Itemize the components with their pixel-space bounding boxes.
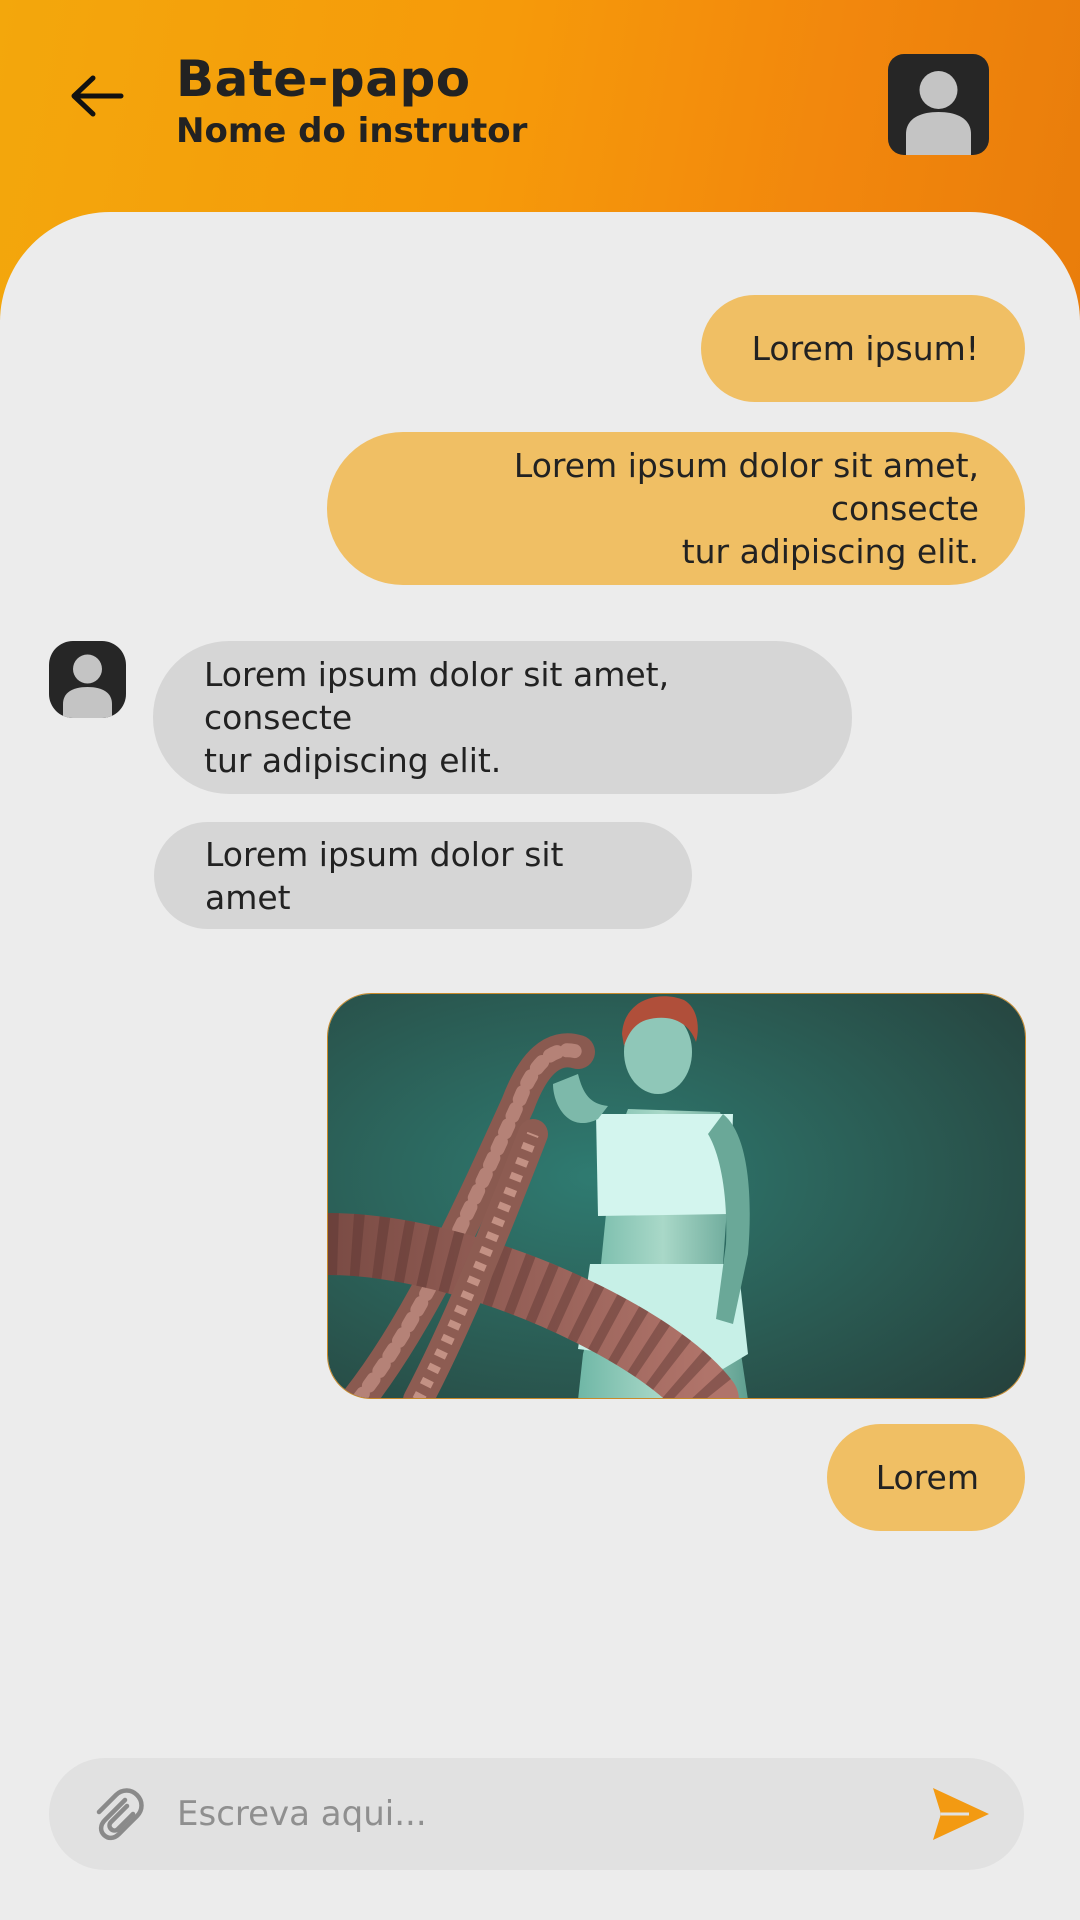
instructor-name: Nome do instrutor <box>176 111 528 151</box>
user-avatar-icon <box>63 654 112 718</box>
message-sent[interactable]: Lorem <box>827 1424 1025 1531</box>
message-sent[interactable]: Lorem ipsum! <box>701 295 1025 402</box>
page-title: Bate-papo <box>176 50 471 108</box>
message-input[interactable] <box>177 1778 917 1850</box>
sender-avatar[interactable] <box>49 641 126 718</box>
header-title-block: Bate-papo Nome do instrutor <box>176 48 527 152</box>
message-sent[interactable]: Lorem ipsum dolor sit amet, consecte tur… <box>327 432 1025 585</box>
user-avatar-icon <box>906 71 971 155</box>
message-text-line: Lorem ipsum dolor sit amet, consecte <box>513 446 979 528</box>
arrow-left-icon <box>71 75 124 117</box>
attach-button[interactable] <box>89 1786 145 1842</box>
instructor-avatar[interactable] <box>888 54 989 155</box>
message-text: Lorem ipsum! <box>751 329 979 368</box>
message-text-line: tur adipiscing elit. <box>204 741 502 780</box>
send-button[interactable] <box>929 1784 993 1844</box>
send-icon <box>933 1788 989 1840</box>
photo-woman-battle-ropes <box>328 994 1025 1398</box>
message-received[interactable]: Lorem ipsum dolor sit amet, consecte tur… <box>153 641 852 794</box>
message-text: Lorem ipsum dolor sit amet <box>205 834 564 917</box>
message-text-line: Lorem ipsum dolor sit amet, consecte <box>204 655 670 737</box>
message-received[interactable]: Lorem ipsum dolor sit amet <box>154 822 692 929</box>
paperclip-icon <box>96 1788 144 1841</box>
message-image[interactable] <box>327 993 1026 1399</box>
message-composer <box>49 1758 1024 1870</box>
message-text-line: tur adipiscing elit. <box>681 532 979 571</box>
back-button[interactable] <box>62 66 132 126</box>
message-text: Lorem <box>875 1458 979 1497</box>
